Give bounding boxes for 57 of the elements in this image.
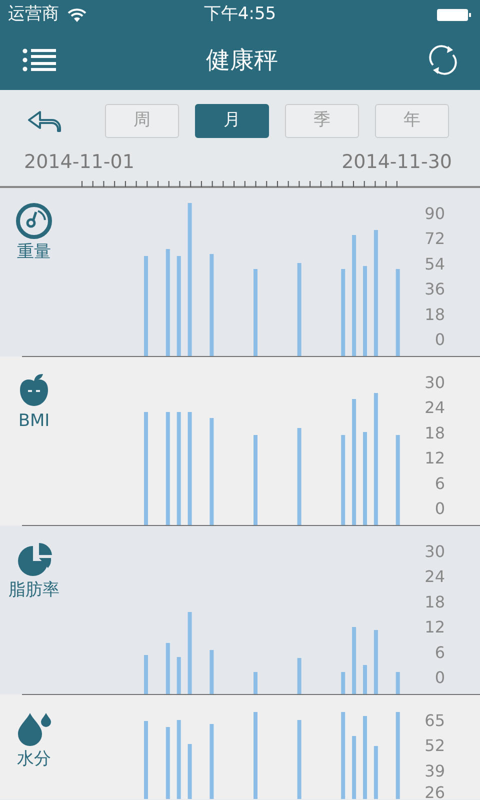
back-icon[interactable]	[26, 109, 64, 133]
gauge-icon	[15, 202, 53, 240]
axis-label: 24	[424, 398, 445, 418]
axis-label: 18	[424, 423, 445, 442]
bar	[396, 672, 400, 694]
axis-label: 24	[424, 567, 445, 586]
period-tab[interactable]: 周	[105, 104, 179, 138]
bar	[341, 672, 346, 694]
period-tab[interactable]: 月	[195, 104, 269, 138]
axis-label: 72	[424, 229, 445, 248]
status-time: 下午4:55	[202, 3, 278, 26]
axis-label: 0	[434, 668, 445, 687]
axis-label: 0	[434, 330, 445, 349]
battery-icon	[436, 7, 472, 23]
bar	[374, 630, 378, 694]
bar	[176, 657, 181, 694]
refresh-icon[interactable]	[428, 45, 458, 75]
bar	[297, 658, 302, 694]
period-tab[interactable]: 季	[285, 104, 359, 138]
axis-label: 65	[424, 711, 445, 730]
axis-label: 52	[424, 736, 445, 756]
axis-label: 6	[434, 642, 445, 662]
metric-label: 重量	[17, 241, 51, 264]
bar	[352, 736, 356, 799]
axis-label: 12	[424, 448, 445, 468]
metric-label: 水分	[17, 748, 51, 771]
bar	[352, 627, 356, 694]
carrier-name: 运营商	[8, 3, 59, 26]
axis-label: 39	[424, 761, 445, 780]
axis-label: 18	[424, 592, 445, 612]
axis-label: 18	[424, 304, 445, 324]
bar	[210, 650, 214, 694]
period-tab[interactable]: 年	[375, 104, 449, 138]
axis-label: 54	[424, 254, 445, 274]
axis-label: 90	[424, 204, 445, 223]
end-date: 2014-11-30	[342, 150, 452, 175]
axis-label: 6	[434, 474, 445, 493]
bar	[144, 655, 148, 694]
bar	[363, 665, 367, 694]
menu-icon[interactable]	[22, 48, 56, 72]
wifi-icon	[67, 8, 87, 22]
bar	[166, 727, 170, 799]
metric-label: 脂肪率	[8, 579, 60, 602]
axis-label: 30	[424, 542, 445, 561]
pie-chart-icon	[15, 540, 53, 578]
axis-label: 36	[424, 280, 445, 299]
bar	[188, 744, 192, 799]
axis-label: 0	[434, 499, 445, 518]
axis-label: 12	[424, 618, 445, 637]
axis-label: 30	[424, 373, 445, 392]
bar	[374, 746, 378, 799]
axis-label: 26	[424, 783, 445, 799]
bar	[166, 643, 170, 694]
app-title: 健康秤	[206, 45, 278, 76]
start-date: 2014-11-01	[24, 150, 134, 175]
bar	[254, 672, 258, 694]
metric-label: BMI	[18, 410, 50, 433]
